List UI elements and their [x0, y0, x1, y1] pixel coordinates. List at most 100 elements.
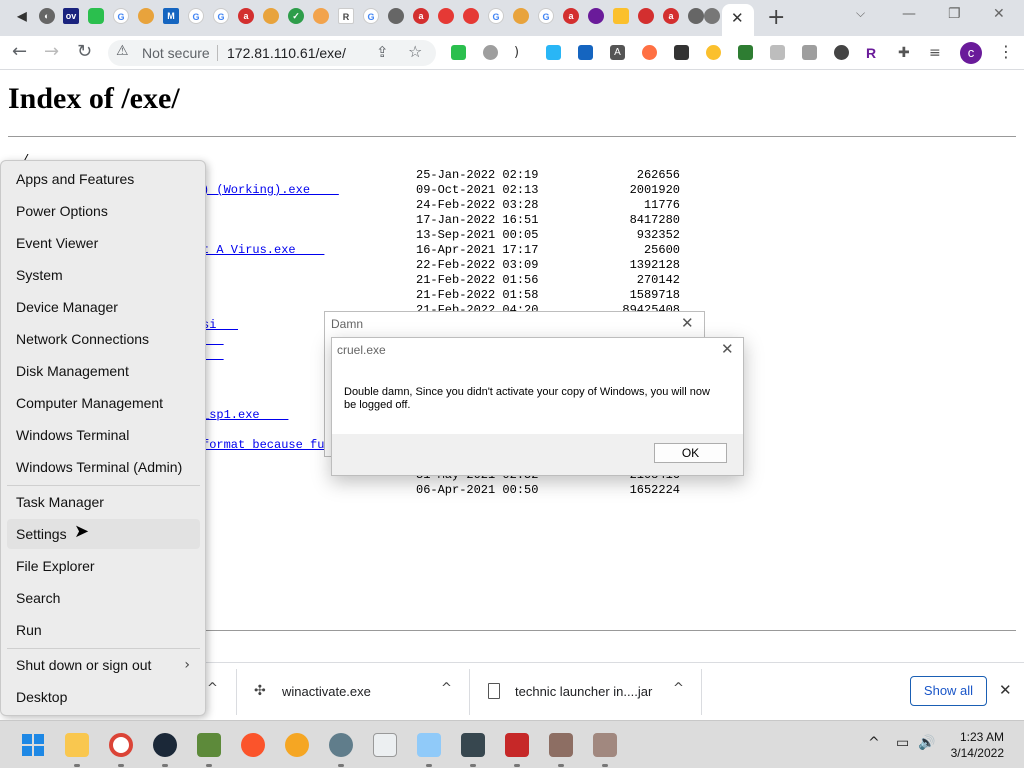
menu-item-search[interactable]: Search — [7, 583, 200, 613]
extension-chat-icon[interactable] — [451, 45, 466, 60]
stop-favicon-icon[interactable] — [638, 8, 654, 24]
google-icon[interactable]: G — [363, 8, 379, 24]
warning-icon[interactable]: ⚠ — [116, 43, 129, 59]
rss-icon[interactable]: ) — [514, 45, 529, 60]
download-item[interactable]: technic launcher in....jar ^ — [482, 663, 697, 721]
globe-icon[interactable] — [388, 8, 404, 24]
extension-k-icon[interactable] — [802, 45, 817, 60]
minimize-button[interactable]: — — [902, 6, 916, 22]
share-icon[interactable]: ⇪ — [376, 43, 389, 61]
volume-icon[interactable]: 🔊 — [918, 735, 935, 751]
restore-button[interactable]: ❐ — [948, 6, 961, 22]
google-icon[interactable]: G — [538, 8, 554, 24]
extension-sheet-icon[interactable] — [738, 45, 753, 60]
extension-palette-icon[interactable] — [642, 45, 657, 60]
extension-a-icon[interactable]: A — [610, 45, 625, 60]
download-chevron-icon[interactable]: ^ — [441, 681, 452, 696]
ask-favicon-icon[interactable]: a — [238, 8, 254, 24]
media-control-icon[interactable]: ≡ — [929, 45, 944, 61]
menu-item-file-explorer[interactable]: File Explorer — [7, 551, 200, 581]
tab-close-icon[interactable]: ✕ — [731, 9, 744, 27]
extension-x-icon[interactable] — [770, 45, 785, 60]
file-link[interactable]: t A Virus.exe — [202, 243, 324, 257]
google-icon[interactable]: G — [213, 8, 229, 24]
extensions-puzzle-icon[interactable]: ✚ — [898, 45, 913, 61]
tools-icon[interactable] — [549, 733, 573, 757]
ask-favicon-icon[interactable]: a — [563, 8, 579, 24]
photos-icon[interactable] — [417, 733, 441, 757]
dialog-close-icon[interactable]: ✕ — [721, 340, 734, 358]
stop-favicon-icon[interactable] — [438, 8, 454, 24]
address-bar[interactable]: ⚠ Not secure 172.81.110.61/exe/ ⇪ ☆ — [108, 40, 436, 66]
file-explorer-icon[interactable] — [65, 733, 89, 757]
menu-item-computer-management[interactable]: Computer Management — [7, 388, 200, 418]
download-chevron-icon[interactable]: ^ — [207, 681, 218, 696]
menu-item-network-connections[interactable]: Network Connections — [7, 324, 200, 354]
profile-avatar[interactable]: c — [960, 42, 982, 64]
reload-button[interactable]: ↻ — [77, 41, 92, 62]
file-link[interactable]: _sp1.exe — [202, 408, 288, 422]
menu-item-event-viewer[interactable]: Event Viewer — [7, 228, 200, 258]
jar-favicon-icon[interactable] — [138, 8, 154, 24]
start-button[interactable] — [21, 733, 45, 757]
link-favicon-icon[interactable] — [588, 8, 604, 24]
terminal-icon[interactable] — [461, 733, 485, 757]
sun-favicon-icon[interactable] — [613, 8, 629, 24]
ask-favicon-icon[interactable]: a — [663, 8, 679, 24]
file-link[interactable]: si — [202, 318, 238, 332]
globe-icon[interactable] — [704, 8, 720, 24]
ask-favicon-icon[interactable]: a — [413, 8, 429, 24]
menu-item-windows-terminal-admin[interactable]: Windows Terminal (Admin) — [7, 452, 200, 482]
chrome-icon[interactable] — [109, 733, 133, 757]
menu-item-disk-management[interactable]: Disk Management — [7, 356, 200, 386]
bookmark-star-icon[interactable]: ☆ — [408, 42, 422, 61]
settings-gear-icon[interactable] — [329, 733, 353, 757]
steam-icon[interactable] — [153, 733, 177, 757]
window-close-button[interactable]: ✕ — [993, 6, 1005, 22]
jar-favicon-icon[interactable] — [263, 8, 279, 24]
back-button[interactable]: ← — [12, 41, 27, 62]
extension-network-icon[interactable] — [483, 45, 498, 60]
menu-item-task-manager[interactable]: Task Manager — [7, 487, 200, 517]
clock[interactable]: 1:23 AM 3/14/2022 — [948, 729, 1004, 761]
menu-item-windows-terminal[interactable]: Windows Terminal — [7, 420, 200, 450]
brave-beta-icon[interactable] — [285, 733, 309, 757]
menu-item-settings[interactable]: Settings — [7, 519, 200, 549]
forward-button[interactable]: → — [44, 41, 59, 62]
extension-tools-icon[interactable] — [674, 45, 689, 60]
google-icon[interactable]: G — [188, 8, 204, 24]
show-all-button[interactable]: Show all — [910, 676, 987, 706]
files-icon[interactable] — [373, 733, 397, 757]
google-icon[interactable]: G — [488, 8, 504, 24]
download-item[interactable]: ✣ winactivate.exe ^ — [250, 663, 465, 721]
menu-item-apps-and-features[interactable]: Apps and Features — [7, 164, 200, 194]
toolbox-icon[interactable] — [505, 733, 529, 757]
chat-favicon-icon[interactable] — [88, 8, 104, 24]
check-favicon-icon[interactable]: ✓ — [288, 8, 304, 24]
menu-item-desktop[interactable]: Desktop — [7, 682, 200, 712]
menu-item-run[interactable]: Run — [7, 615, 200, 645]
menu-item-shut-down[interactable]: Shut down or sign out › — [7, 650, 200, 680]
menu-item-power-options[interactable]: Power Options — [7, 196, 200, 226]
extension-pen-icon[interactable] — [546, 45, 561, 60]
extension-smiley-icon[interactable] — [706, 45, 721, 60]
browser-menu-icon[interactable]: ⋮ — [998, 42, 1014, 61]
jar-favicon-icon[interactable] — [513, 8, 529, 24]
globe-icon[interactable]: ◐ — [39, 8, 55, 24]
google-icon[interactable]: G — [113, 8, 129, 24]
file-link[interactable]: ) (Working).exe — [202, 183, 339, 197]
minecraft-icon[interactable] — [197, 733, 221, 757]
vpn-shield-icon[interactable] — [578, 45, 593, 60]
download-chevron-icon[interactable]: ^ — [673, 681, 684, 696]
menu-item-device-manager[interactable]: Device Manager — [7, 292, 200, 322]
speaker-icon[interactable]: ◀ — [14, 8, 30, 24]
extension-hat-icon[interactable] — [834, 45, 849, 60]
tools-2-icon[interactable] — [593, 733, 617, 757]
ok-button[interactable]: OK — [654, 443, 727, 463]
r-favicon-icon[interactable]: R — [338, 8, 354, 24]
security-label[interactable]: Not secure — [142, 45, 210, 61]
extension-r-icon[interactable]: R — [866, 45, 881, 61]
url-text[interactable]: 172.81.110.61/exe/ — [227, 45, 346, 61]
torrent-favicon-icon[interactable] — [313, 8, 329, 24]
damn-dialog-close-icon[interactable]: ✕ — [681, 314, 694, 332]
